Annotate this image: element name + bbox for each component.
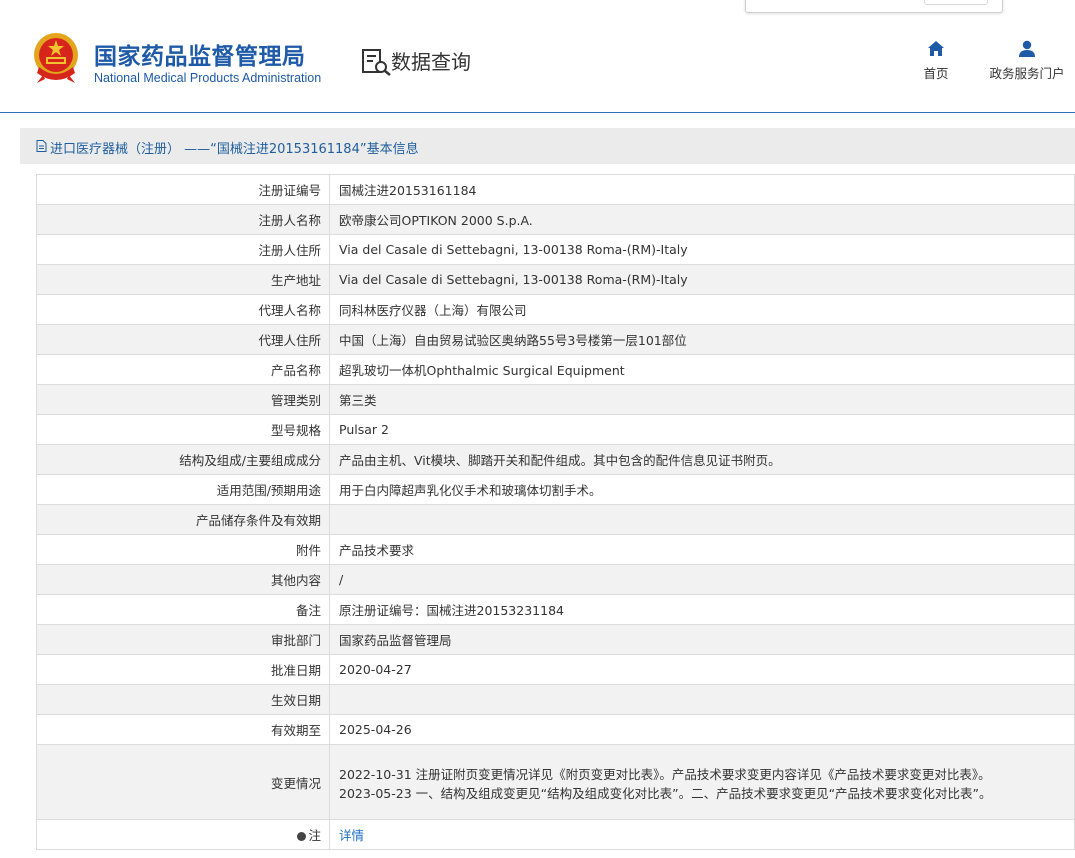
field-label: 变更情况 xyxy=(36,744,330,820)
table-row: 注册人名称 欧帝康公司OPTIKON 2000 S.p.A. xyxy=(36,204,1075,235)
table-row: 产品储存条件及有效期 xyxy=(36,504,1075,535)
field-value: 同科林医疗仪器（上海）有限公司 xyxy=(329,294,1075,325)
field-value: 产品技术要求 xyxy=(329,534,1075,565)
field-label: 代理人住所 xyxy=(36,324,330,355)
field-value: 国械注进20153161184 xyxy=(329,174,1075,205)
change-line-2: 2023-05-23 一、结构及组成变更见“结构及组成变化对比表”。二、产品技术… xyxy=(339,786,992,801)
table-row: 管理类别 第三类 xyxy=(36,384,1075,415)
field-label: 适用范围/预期用途 xyxy=(36,474,330,505)
registration-info-table: 注册证编号 国械注进20153161184 注册人名称 欧帝康公司OPTIKON 20… xyxy=(36,174,1075,850)
user-icon xyxy=(1019,40,1035,57)
change-history-value: 2022-10-31 注册证附页变更情况详见《附页变更对比表》。产品技术要求变更… xyxy=(329,744,1075,820)
table-row: 附件 产品技术要求 xyxy=(36,534,1075,565)
field-label: 审批部门 xyxy=(36,624,330,655)
document-icon xyxy=(36,140,47,152)
field-label: 注册人住所 xyxy=(36,234,330,265)
field-value: 中国（上海）自由贸易试验区奥纳路55号3号楼第一层101部位 xyxy=(329,324,1075,355)
table-row: 适用范围/预期用途 用于白内障超声乳化仪手术和玻璃体切割手术。 xyxy=(36,474,1075,505)
field-label: 批准日期 xyxy=(36,654,330,685)
field-value: 详情 xyxy=(329,819,1075,850)
table-row: 产品名称 超乳玻切一体机Ophthalmic Surgical Equipment xyxy=(36,354,1075,385)
field-label: 注 xyxy=(36,819,330,850)
note-label: 注 xyxy=(308,828,321,843)
field-value: 国家药品监督管理局 xyxy=(329,624,1075,655)
page-title: 数据查询 xyxy=(391,50,471,74)
agency-name-en: National Medical Products Administration xyxy=(94,71,322,85)
field-label: 附件 xyxy=(36,534,330,565)
field-label: 注册人名称 xyxy=(36,204,330,235)
nav-service-portal-label: 政务服务门户 xyxy=(989,66,1065,81)
field-label: 代理人名称 xyxy=(36,294,330,325)
nav-service-portal[interactable]: 政务服务门户 xyxy=(985,40,1069,82)
change-line-1: 2022-10-31 注册证附页变更情况详见《附页变更对比表》。产品技术要求变更… xyxy=(339,767,991,782)
field-value: 欧帝康公司OPTIKON 2000 S.p.A. xyxy=(329,204,1075,235)
field-label: 管理类别 xyxy=(36,384,330,415)
table-row-change-history: 变更情况 2022-10-31 注册证附页变更情况详见《附页变更对比表》。产品技术… xyxy=(36,744,1075,820)
table-row: 其他内容 / xyxy=(36,564,1075,595)
table-row: 结构及组成/主要组成成分 产品由主机、Vit模块、脚踏开关和配件组成。其中包含的配… xyxy=(36,444,1075,475)
field-value: / xyxy=(329,564,1075,595)
field-label: 产品名称 xyxy=(36,354,330,385)
table-row: 批准日期 2020-04-27 xyxy=(36,654,1075,685)
field-label: 其他内容 xyxy=(36,564,330,595)
nav-home[interactable]: 首页 xyxy=(916,40,956,82)
table-row: 型号规格 Pulsar 2 xyxy=(36,414,1075,445)
field-value: 超乳玻切一体机Ophthalmic Surgical Equipment xyxy=(329,354,1075,385)
field-label: 产品储存条件及有效期 xyxy=(36,504,330,535)
national-emblem-icon xyxy=(34,33,78,83)
table-row: 生产地址 Via del Casale di Settebagni, 13-001… xyxy=(36,264,1075,295)
agency-name-cn: 国家药品监督管理局 xyxy=(94,44,306,70)
nav-home-label: 首页 xyxy=(923,66,949,81)
table-row: 生效日期 xyxy=(36,684,1075,715)
details-link[interactable]: 详情 xyxy=(339,828,364,843)
field-label: 备注 xyxy=(36,594,330,625)
field-label: 结构及组成/主要组成成分 xyxy=(36,444,330,475)
table-row: 备注 原注册证编号：国械注进20153231184 xyxy=(36,594,1075,625)
field-value: 2020-04-27 xyxy=(329,654,1075,685)
record-title-bar: 进口医疗器械（注册） ——“国械注进20153161184”基本信息 xyxy=(20,128,1075,164)
data-query-icon xyxy=(362,49,391,76)
table-row: 注册人住所 Via del Casale di Settebagni, 13-00… xyxy=(36,234,1075,265)
field-value: Via del Casale di Settebagni, 13-00138 R… xyxy=(329,264,1075,295)
table-row: 代理人住所 中国（上海）自由贸易试验区奥纳路55号3号楼第一层101部位 xyxy=(36,324,1075,355)
field-label: 生产地址 xyxy=(36,264,330,295)
field-label: 注册证编号 xyxy=(36,174,330,205)
field-label: 生效日期 xyxy=(36,684,330,715)
table-row: 代理人名称 同科林医疗仪器（上海）有限公司 xyxy=(36,294,1075,325)
field-label: 型号规格 xyxy=(36,414,330,445)
field-value: 2025-04-26 xyxy=(329,714,1075,745)
field-value: 产品由主机、Vit模块、脚踏开关和配件组成。其中包含的配件信息见证书附页。 xyxy=(329,444,1075,475)
table-row: 注册证编号 国械注进20153161184 xyxy=(36,174,1075,205)
table-row-note: 注 详情 xyxy=(36,819,1075,850)
table-row: 审批部门 国家药品监督管理局 xyxy=(36,624,1075,655)
home-icon xyxy=(928,41,944,56)
note-dot-icon xyxy=(297,832,307,841)
field-label: 有效期至 xyxy=(36,714,330,745)
field-value xyxy=(329,504,1075,535)
field-value xyxy=(329,684,1075,715)
record-title: 进口医疗器械（注册） ——“国械注进20153161184”基本信息 xyxy=(50,142,419,157)
field-value: Pulsar 2 xyxy=(329,414,1075,445)
table-row: 有效期至 2025-04-26 xyxy=(36,714,1075,745)
field-value: 原注册证编号：国械注进20153231184 xyxy=(329,594,1075,625)
site-header: 国家药品监督管理局 National Medical Products Admi… xyxy=(0,0,1075,113)
field-value: Via del Casale di Settebagni, 13-00138 R… xyxy=(329,234,1075,265)
field-value: 用于白内障超声乳化仪手术和玻璃体切割手术。 xyxy=(329,474,1075,505)
field-value: 第三类 xyxy=(329,384,1075,415)
